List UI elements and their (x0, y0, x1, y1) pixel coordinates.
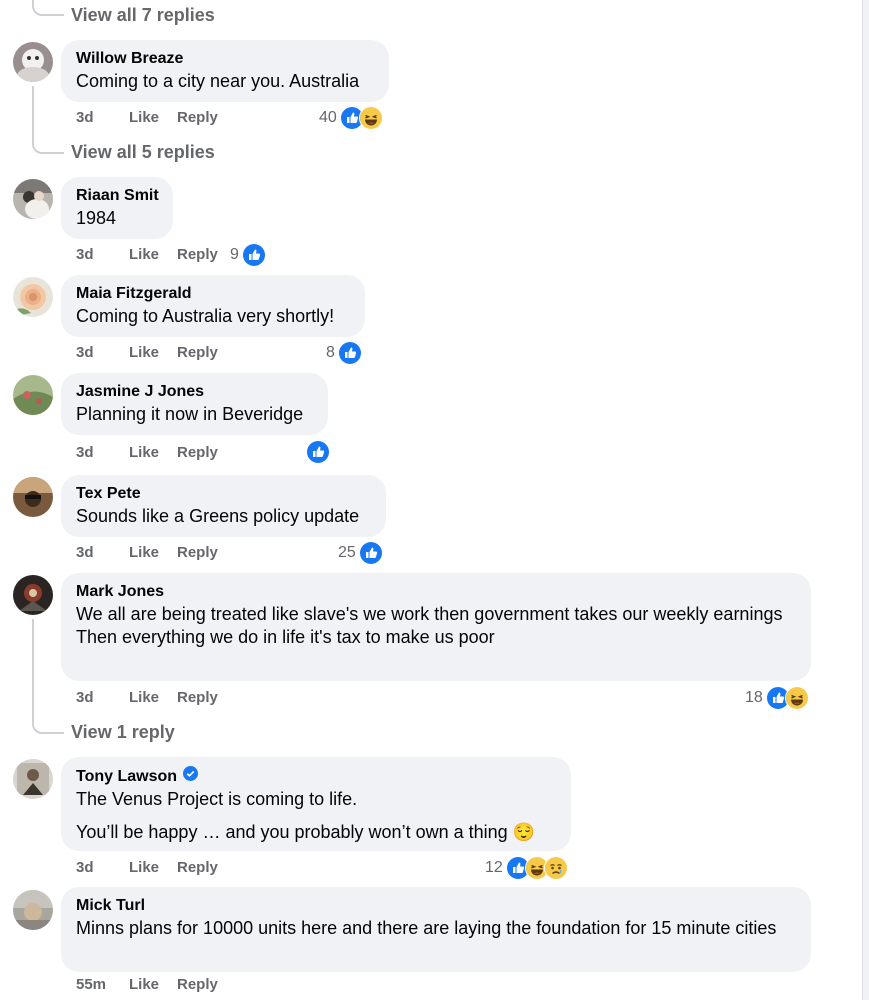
comment-timestamp[interactable]: 3d (76, 444, 129, 461)
comment-text: Minns plans for 10000 units here and the… (76, 918, 777, 938)
like-button[interactable]: Like (129, 976, 177, 993)
comment-author[interactable]: Willow Breaze (76, 49, 374, 69)
view-all-replies-link[interactable]: View all 5 replies (71, 142, 215, 163)
sad-icon (543, 856, 568, 880)
comment-actions: 3d Like Reply (76, 344, 218, 361)
comment-text: We all are being treated like slave's we… (76, 604, 783, 647)
reaction-summary[interactable]: 40 (319, 106, 383, 130)
comment-text: 1984 (76, 208, 117, 228)
thread-line (32, 86, 34, 136)
comment-text: Coming to Australia very shortly! (76, 306, 335, 326)
comment-actions: 3d Like Reply (76, 689, 218, 706)
comment-text: Planning it now in Beveridge (76, 404, 304, 424)
comment-timestamp[interactable]: 3d (76, 859, 129, 876)
comment-bubble: Maia Fitzgerald Coming to Australia very… (61, 275, 365, 337)
comment-text: The Venus Project is coming to life. You… (76, 789, 536, 842)
reply-button[interactable]: Reply (177, 859, 218, 876)
reaction-summary[interactable] (303, 440, 330, 464)
like-icon (306, 440, 330, 464)
like-icon (337, 341, 362, 365)
reply-button[interactable]: Reply (177, 544, 218, 561)
like-button[interactable]: Like (129, 246, 177, 263)
thread-line (32, 619, 34, 723)
like-button[interactable]: Like (129, 689, 177, 706)
thread-connector (32, 134, 64, 154)
comment-timestamp[interactable]: 55m (76, 976, 129, 993)
thread-connector (32, 0, 64, 16)
comment-actions: 3d Like Reply (76, 444, 218, 461)
comment-actions: 3d Like Reply (76, 544, 218, 561)
comment-actions: 3d Like Reply (76, 109, 218, 126)
comment-actions: 3d Like Reply (76, 859, 218, 876)
reply-button[interactable]: Reply (177, 976, 218, 993)
comment-bubble: Jasmine J Jones Planning it now in Bever… (61, 373, 328, 435)
comment-bubble: Willow Breaze Coming to a city near you.… (61, 40, 389, 102)
comment-author[interactable]: Mark Jones (76, 582, 796, 602)
avatar[interactable] (13, 477, 53, 517)
comment-actions: 3d Like Reply (76, 246, 218, 263)
avatar[interactable] (13, 179, 53, 219)
comment-author[interactable]: Mick Turl (76, 896, 796, 916)
reaction-summary[interactable]: 9 (230, 243, 266, 267)
like-icon (358, 541, 383, 565)
comment-author[interactable]: Maia Fitzgerald (76, 284, 350, 304)
reaction-summary[interactable]: 8 (326, 341, 362, 365)
like-button[interactable]: Like (129, 859, 177, 876)
avatar[interactable] (13, 42, 53, 82)
reply-button[interactable]: Reply (177, 344, 218, 361)
like-button[interactable]: Like (129, 109, 177, 126)
like-button[interactable]: Like (129, 344, 177, 361)
reaction-summary[interactable]: 25 (338, 541, 383, 565)
comment-bubble: Mick Turl Minns plans for 10000 units he… (61, 887, 811, 972)
comment-author[interactable]: Jasmine J Jones (76, 382, 313, 402)
reaction-count: 18 (745, 689, 763, 706)
reply-button[interactable]: Reply (177, 109, 218, 126)
avatar[interactable] (13, 375, 53, 415)
reply-button[interactable]: Reply (177, 689, 218, 706)
haha-icon (358, 106, 383, 130)
view-replies-link[interactable]: View 1 reply (71, 722, 175, 743)
comment-text: Coming to a city near you. Australia (76, 71, 360, 91)
avatar[interactable] (13, 759, 53, 799)
haha-icon (784, 686, 809, 710)
comment-bubble: Mark Jones We all are being treated like… (61, 573, 811, 681)
comment-timestamp[interactable]: 3d (76, 689, 129, 706)
comment-author[interactable]: Tony Lawson (76, 766, 556, 787)
avatar[interactable] (13, 575, 53, 615)
reaction-count: 8 (326, 344, 335, 361)
view-all-replies-link[interactable]: View all 7 replies (71, 5, 215, 26)
reaction-count: 12 (485, 859, 503, 876)
comment-actions: 55m Like Reply (76, 976, 218, 993)
comment-bubble: Riaan Smit 1984 (61, 177, 173, 239)
reply-button[interactable]: Reply (177, 444, 218, 461)
comment-text: Sounds like a Greens policy update (76, 506, 360, 526)
reaction-count: 25 (338, 544, 356, 561)
comment-author[interactable]: Riaan Smit (76, 186, 159, 206)
reaction-count: 9 (230, 246, 239, 263)
like-button[interactable]: Like (129, 444, 177, 461)
scrollbar[interactable] (862, 0, 869, 1000)
reaction-summary[interactable]: 18 (745, 686, 809, 710)
like-icon (241, 243, 266, 267)
reply-button[interactable]: Reply (177, 246, 218, 263)
comment-bubble: Tony Lawson The Venus Project is coming … (61, 757, 571, 851)
reaction-summary[interactable]: 12 (485, 856, 568, 880)
like-button[interactable]: Like (129, 544, 177, 561)
comment-timestamp[interactable]: 3d (76, 246, 129, 263)
comment-timestamp[interactable]: 3d (76, 344, 129, 361)
comment-author[interactable]: Tex Pete (76, 484, 371, 504)
avatar[interactable] (13, 890, 53, 930)
comment-timestamp[interactable]: 3d (76, 544, 129, 561)
reaction-count: 40 (319, 109, 337, 126)
thread-connector (32, 714, 64, 734)
verified-badge-icon (183, 766, 199, 787)
comment-bubble: Tex Pete Sounds like a Greens policy upd… (61, 475, 386, 537)
comment-timestamp[interactable]: 3d (76, 109, 129, 126)
avatar[interactable] (13, 277, 53, 317)
